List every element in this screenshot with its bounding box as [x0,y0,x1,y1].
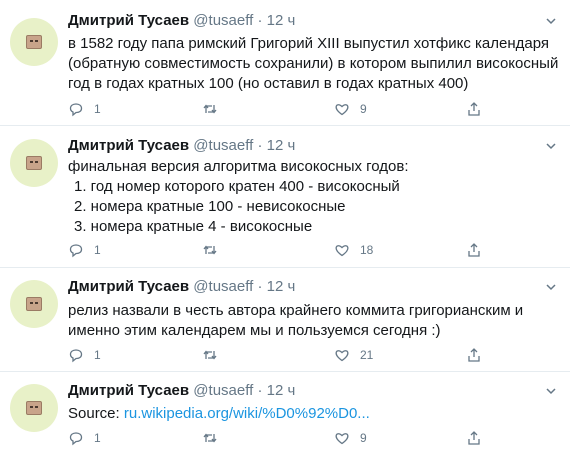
avatar[interactable] [10,280,58,328]
tweet-header: Дмитрий Тусаев @tusaeff · 12 ч [68,12,295,30]
reply-icon [69,432,83,446]
tweet[interactable]: Дмитрий Тусаев @tusaeff · 12 ч релиз наз… [0,268,570,372]
author-handle[interactable]: @tusaeff [193,137,253,154]
author-handle[interactable]: @tusaeff [193,12,253,29]
share-button[interactable] [466,347,482,363]
tweet-text: Source: ru.wikipedia.org/wiki/%D0%92%D0.… [68,404,548,424]
tweet-text: релиз назвали в честь автора крайнего ко… [68,301,548,341]
reply-icon [69,244,83,258]
tweet-text-line: именно этим календарем мы и пользуемся с… [68,322,441,339]
chevron-down-icon[interactable] [544,384,558,398]
tweet-time[interactable]: 12 ч [267,12,296,29]
tweet-time[interactable]: 12 ч [267,382,296,399]
avatar[interactable] [10,139,58,187]
retweet-icon [203,104,217,114]
like-count: 9 [360,431,367,445]
tweet-text-line: год в годах кратных 100 (но оставил в го… [68,75,469,92]
tweet[interactable]: Дмитрий Тусаев @tusaeff · 12 ч в 1582 го… [0,0,570,126]
reply-button[interactable]: 1 [68,347,101,363]
share-button[interactable] [466,242,482,258]
tweet-text-line: Source: ru.wikipedia.org/wiki/%D0%92%D0.… [68,404,548,424]
tweet-text: финальная версия алгоритма високосных го… [68,157,548,237]
tweet-actions: 1 21 [68,347,488,365]
list-item: 3. номера кратные 4 - високосные [74,218,313,235]
tweet-actions: 1 9 [68,430,488,448]
tweet-actions: 1 18 [68,242,488,260]
retweet-button[interactable] [202,430,228,446]
author-name[interactable]: Дмитрий Тусаев [68,137,189,154]
like-button[interactable]: 9 [334,101,367,117]
avatar[interactable] [10,384,58,432]
tweet[interactable]: Дмитрий Тусаев @tusaeff · 12 ч Source: r… [0,372,570,462]
share-button[interactable] [466,430,482,446]
reply-count: 1 [94,431,101,445]
list-item: 2. номера кратные 100 - невисокосные [74,198,346,215]
tweet-header: Дмитрий Тусаев @tusaeff · 12 ч [68,137,295,155]
like-button[interactable]: 21 [334,347,373,363]
share-icon [468,431,480,445]
chevron-down-icon[interactable] [544,14,558,28]
reply-button[interactable]: 1 [68,430,101,446]
reply-icon [69,103,83,117]
avatar[interactable] [10,18,58,66]
retweet-icon [203,350,217,360]
reply-button[interactable]: 1 [68,242,101,258]
source-label: Source: [68,405,124,422]
author-handle[interactable]: @tusaeff [193,278,253,295]
tweet-text-line: финальная версия алгоритма високосных го… [68,158,409,175]
author-name[interactable]: Дмитрий Тусаев [68,382,189,399]
retweet-button[interactable] [202,242,228,258]
reply-icon [69,349,83,363]
avatar-face-icon [26,401,42,415]
tweet-time[interactable]: 12 ч [267,137,296,154]
like-count: 21 [360,348,374,362]
share-icon [468,348,480,362]
separator-dot: · [257,12,263,29]
tweet-text-line: (обратную совместимость сохранили) в кот… [68,55,559,72]
avatar-face-icon [26,35,42,49]
reply-count: 1 [94,243,101,257]
tweet-actions: 1 9 [68,101,488,119]
tweet-text-line: релиз назвали в честь автора крайнего ко… [68,302,524,319]
like-button[interactable]: 18 [334,242,373,258]
list-item: 1. год номер которого кратен 400 - висок… [74,178,400,195]
author-name[interactable]: Дмитрий Тусаев [68,12,189,29]
heart-icon [335,245,349,257]
tweet-time[interactable]: 12 ч [267,278,296,295]
avatar-face-icon [26,297,42,311]
like-count: 9 [360,102,367,116]
tweet-text-line: в 1582 году папа римский Григорий XIII в… [68,35,550,52]
like-count: 18 [360,243,374,257]
like-button[interactable]: 9 [334,430,367,446]
author-name[interactable]: Дмитрий Тусаев [68,278,189,295]
source-link[interactable]: ru.wikipedia.org/wiki/%D0%92%D0... [124,405,370,422]
heart-icon [335,433,349,445]
retweet-button[interactable] [202,101,228,117]
avatar-face-icon [26,156,42,170]
share-button[interactable] [466,101,482,117]
tweet-header: Дмитрий Тусаев @tusaeff · 12 ч [68,382,295,400]
reply-button[interactable]: 1 [68,101,101,117]
heart-icon [335,350,349,362]
share-icon [468,243,480,257]
retweet-button[interactable] [202,347,228,363]
chevron-down-icon[interactable] [544,139,558,153]
author-handle[interactable]: @tusaeff [193,382,253,399]
heart-icon [335,104,349,116]
reply-count: 1 [94,102,101,116]
tweet-text: в 1582 году папа римский Григорий XIII в… [68,34,559,94]
retweet-icon [203,245,217,255]
reply-count: 1 [94,348,101,362]
separator-dot: · [257,382,263,399]
chevron-down-icon[interactable] [544,280,558,294]
retweet-icon [203,433,217,443]
tweet-header: Дмитрий Тусаев @tusaeff · 12 ч [68,278,295,296]
tweet[interactable]: Дмитрий Тусаев @tusaeff · 12 ч финальная… [0,126,570,268]
share-icon [468,102,480,116]
separator-dot: · [257,137,263,154]
separator-dot: · [257,278,263,295]
